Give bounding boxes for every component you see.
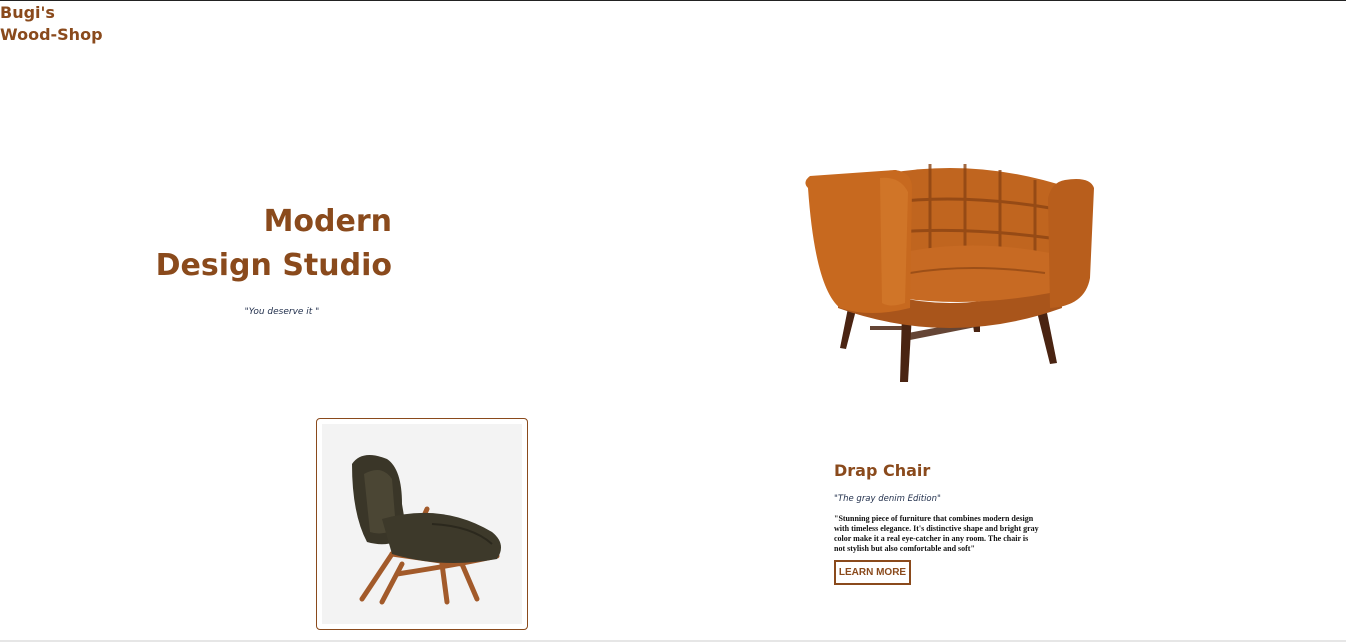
product-description: "Stunning piece of furniture that combin… xyxy=(834,514,1039,553)
hero-title: Modern Design Studio xyxy=(150,200,392,288)
top-border xyxy=(0,0,1346,1)
orange-tufted-armchair-image xyxy=(805,164,1094,382)
product-card[interactable] xyxy=(316,418,528,630)
brand-name-line1: Bugi's xyxy=(0,3,55,22)
hero-title-line1: Modern xyxy=(263,204,392,239)
dark-lounge-chair-image xyxy=(352,455,501,605)
hero-title-line2: Design Studio xyxy=(155,248,392,283)
hero-tagline: "You deserve it " xyxy=(244,307,320,317)
product-photo xyxy=(322,424,522,624)
brand-name-line2: Wood-Shop xyxy=(0,25,103,44)
product-name: Drap Chair xyxy=(834,461,931,480)
learn-more-button[interactable]: LEARN MORE xyxy=(834,560,911,585)
product-edition: "The gray denim Edition" xyxy=(834,494,941,504)
brand-logo[interactable]: Bugi's Wood-Shop xyxy=(0,2,103,46)
